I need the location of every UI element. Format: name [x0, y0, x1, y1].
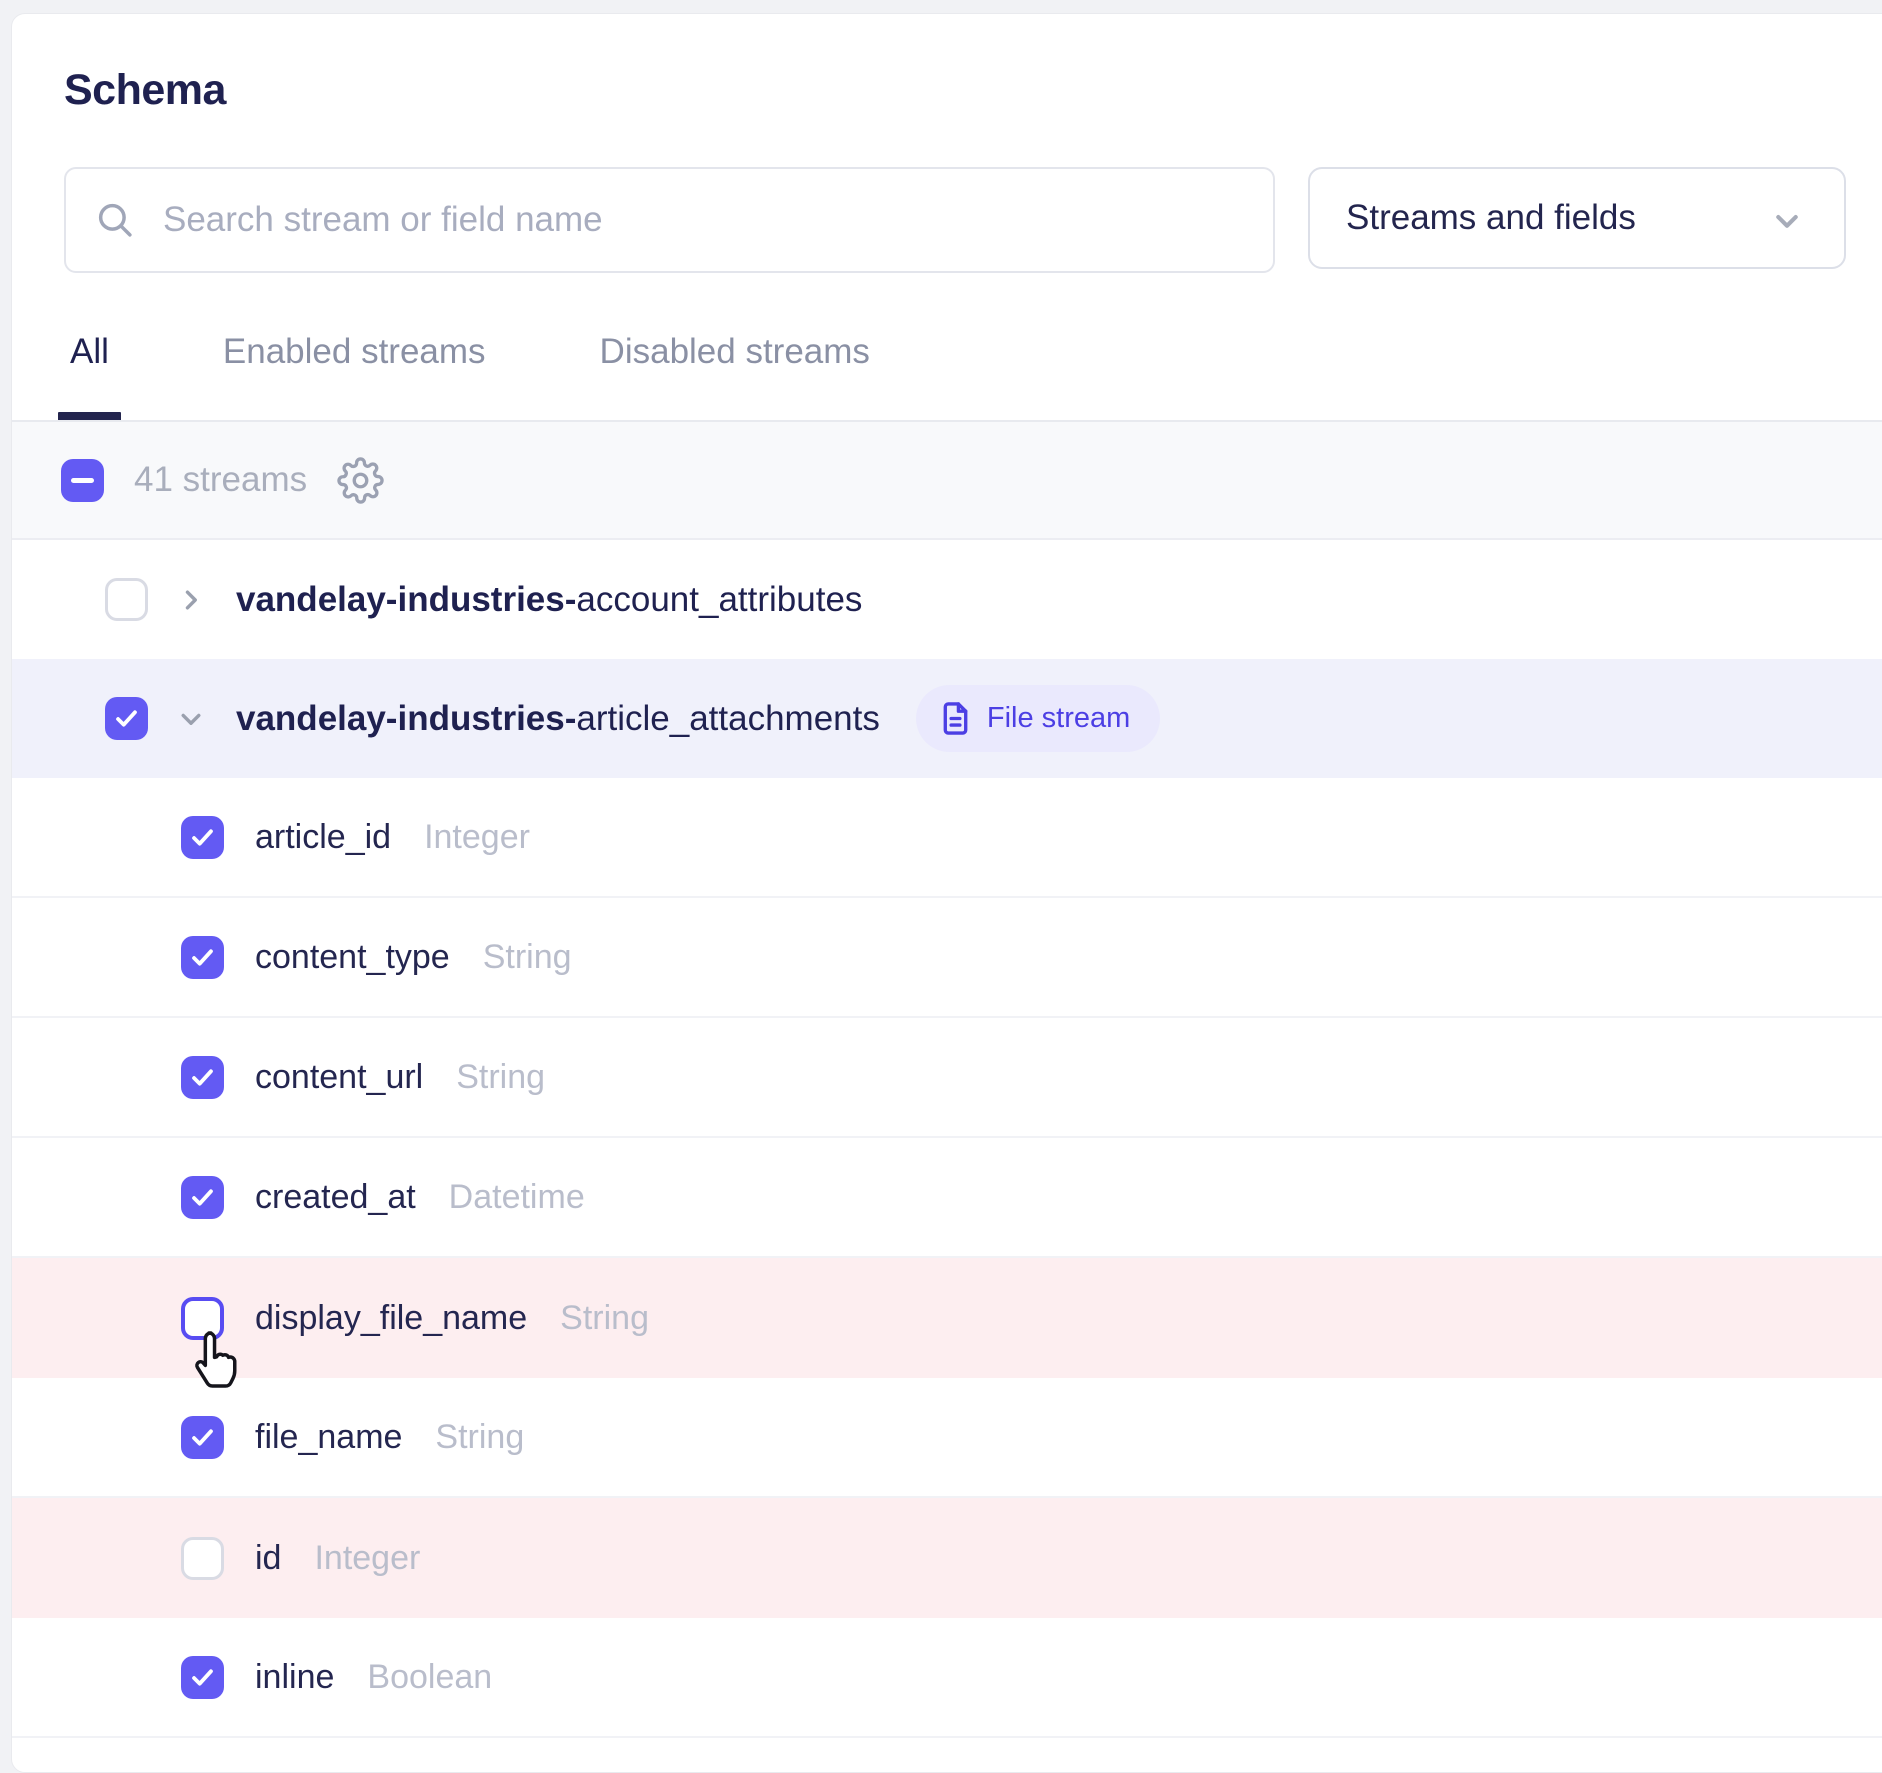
field-row[interactable]: file_name String	[12, 1378, 1882, 1498]
stream-row[interactable]: vandelay-industries-article_attachments …	[12, 659, 1882, 778]
expand-chevron-icon[interactable]	[174, 583, 208, 617]
file-document-icon	[938, 701, 973, 736]
select-all-checkbox[interactable]	[61, 459, 104, 502]
field-row[interactable]: id Integer	[12, 1498, 1882, 1618]
filter-dropdown-value: Streams and fields	[1346, 198, 1636, 238]
stream-name: vandelay-industries-article_attachments	[236, 699, 880, 739]
field-checkbox[interactable]	[181, 1656, 224, 1699]
streams-toolbar: 41 streams	[12, 422, 1882, 540]
field-type: String	[483, 938, 572, 977]
field-name: content_url	[255, 1058, 423, 1097]
filter-dropdown[interactable]: Streams and fields	[1308, 167, 1846, 269]
field-checkbox[interactable]	[181, 816, 224, 859]
field-name: article_id	[255, 818, 391, 857]
stream-row[interactable]: vandelay-industries-account_attributes	[12, 540, 1882, 659]
page-title: Schema	[64, 66, 226, 115]
tab-enabled-streams[interactable]: Enabled streams	[211, 332, 498, 421]
field-type: Boolean	[367, 1658, 492, 1697]
file-stream-badge: File stream	[916, 685, 1160, 752]
field-name: id	[255, 1539, 281, 1578]
file-stream-badge-label: File stream	[987, 702, 1130, 735]
field-name: display_file_name	[255, 1299, 527, 1338]
field-row[interactable]: display_file_name String	[12, 1258, 1882, 1378]
check-icon	[189, 944, 216, 971]
stream-name-suffix: article_attachments	[576, 699, 879, 738]
field-checkbox[interactable]	[181, 1297, 224, 1340]
field-row[interactable]: content_type String	[12, 898, 1882, 1018]
field-checkbox[interactable]	[181, 1537, 224, 1580]
stream-name-prefix: vandelay-industries-	[236, 580, 576, 619]
stream-list: vandelay-industries-account_attributes v…	[12, 540, 1882, 1738]
field-type: Integer	[314, 1539, 420, 1578]
stream-name: vandelay-industries-account_attributes	[236, 580, 862, 620]
schema-panel: Schema Streams and fields All Enabled st…	[11, 13, 1882, 1773]
field-name: created_at	[255, 1178, 416, 1217]
stream-name-suffix: account_attributes	[576, 580, 862, 619]
minus-icon	[71, 478, 94, 483]
field-type: String	[435, 1418, 524, 1457]
field-checkbox[interactable]	[181, 1176, 224, 1219]
tab-all[interactable]: All	[58, 332, 121, 421]
check-icon	[189, 824, 216, 851]
search-icon	[94, 199, 136, 241]
field-row[interactable]: content_url String	[12, 1018, 1882, 1138]
field-row[interactable]: article_id Integer	[12, 778, 1882, 898]
check-icon	[189, 1664, 216, 1691]
stream-name-prefix: vandelay-industries-	[236, 699, 576, 738]
settings-gear-icon[interactable]	[337, 457, 384, 504]
field-type: Integer	[424, 818, 530, 857]
tabs: All Enabled streams Disabled streams	[58, 332, 882, 421]
field-name: inline	[255, 1658, 334, 1697]
field-checkbox[interactable]	[181, 1056, 224, 1099]
search-box[interactable]	[64, 167, 1275, 273]
check-icon	[189, 1424, 216, 1451]
field-type: Datetime	[449, 1178, 585, 1217]
field-name: file_name	[255, 1418, 402, 1457]
chevron-down-icon	[1768, 202, 1806, 240]
tab-disabled-streams[interactable]: Disabled streams	[588, 332, 882, 421]
field-checkbox[interactable]	[181, 936, 224, 979]
field-row[interactable]: created_at Datetime	[12, 1138, 1882, 1258]
check-icon	[189, 1064, 216, 1091]
stream-checkbox[interactable]	[105, 578, 148, 621]
stream-checkbox[interactable]	[105, 697, 148, 740]
field-name: content_type	[255, 938, 450, 977]
check-icon	[189, 1184, 216, 1211]
search-input[interactable]	[163, 169, 1213, 271]
field-type: String	[560, 1299, 649, 1338]
field-type: String	[456, 1058, 545, 1097]
field-row[interactable]: inline Boolean	[12, 1618, 1882, 1738]
check-icon	[113, 705, 140, 732]
field-checkbox[interactable]	[181, 1416, 224, 1459]
expand-chevron-icon[interactable]	[174, 702, 208, 736]
stream-count: 41 streams	[134, 460, 307, 500]
